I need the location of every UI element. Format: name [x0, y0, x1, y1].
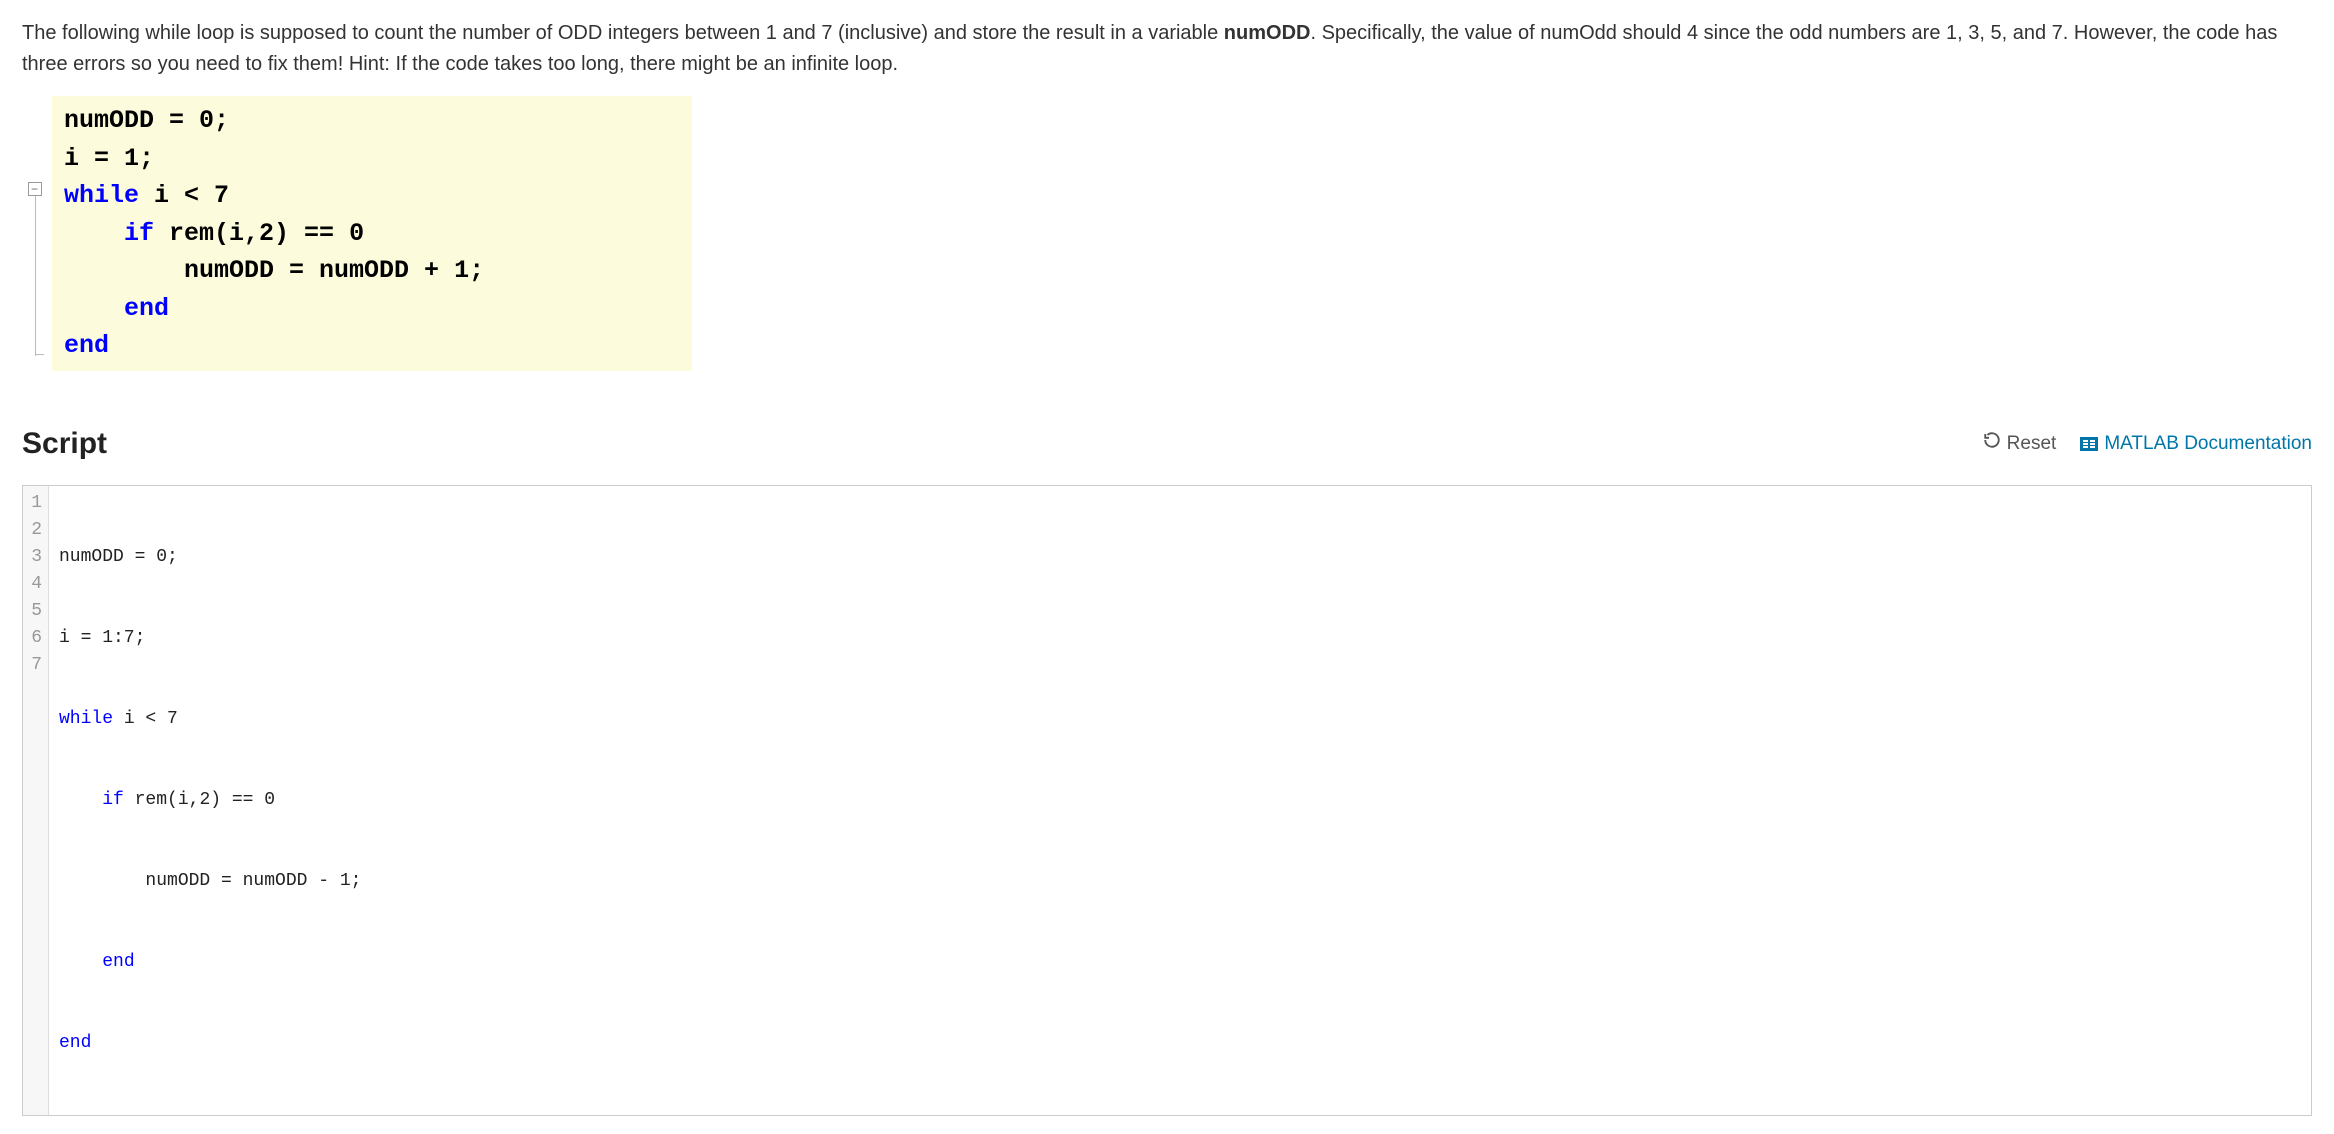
code-kw-while: while: [64, 181, 139, 210]
code-line-2: i = 1;: [64, 144, 154, 173]
documentation-icon: [2080, 437, 2098, 451]
code-line-1: numODD = 0;: [64, 106, 229, 135]
script-actions: Reset MATLAB Documentation: [1983, 429, 2312, 458]
line-number: 5: [27, 598, 42, 625]
code-line-4-rest: rem(i,2) == 0: [154, 219, 364, 248]
problem-description: The following while loop is supposed to …: [22, 18, 2312, 80]
code-kw-end-outer: end: [64, 331, 109, 360]
code-kw-if: if: [124, 219, 154, 248]
script-title: Script: [22, 421, 107, 468]
reset-icon: [1983, 429, 2001, 458]
editor-line-numbers: 1 2 3 4 5 6 7: [23, 486, 49, 1115]
reset-button[interactable]: Reset: [1983, 429, 2057, 458]
script-header: Script Reset MATLAB Documentation: [22, 421, 2312, 468]
editor-line-3[interactable]: while i < 7: [59, 706, 2301, 733]
reset-label: Reset: [2007, 429, 2057, 458]
code-indent-6: [64, 294, 124, 323]
code-fold-line: [35, 196, 36, 356]
code-kw-end-inner: end: [124, 294, 169, 323]
editor-code-area[interactable]: numODD = 0; i = 1:7; while i < 7 if rem(…: [49, 486, 2311, 1115]
code-fold-toggle[interactable]: [28, 182, 42, 196]
code-content: numODD = 0; i = 1; while i < 7 if rem(i,…: [52, 96, 692, 371]
editor-line-7[interactable]: end: [59, 1030, 2301, 1057]
line-number: 2: [27, 517, 42, 544]
code-line-3-rest: i < 7: [139, 181, 229, 210]
line-number: 3: [27, 544, 42, 571]
line-number: 4: [27, 571, 42, 598]
documentation-label: MATLAB Documentation: [2104, 429, 2312, 458]
line-number: 1: [27, 490, 42, 517]
intro-bold-var: numODD: [1224, 22, 1311, 44]
code-line-5: numODD = numODD + 1;: [64, 256, 484, 285]
editor-line-4[interactable]: if rem(i,2) == 0: [59, 787, 2301, 814]
editor-line-6[interactable]: end: [59, 949, 2301, 976]
intro-part1: The following while loop is supposed to …: [22, 22, 1224, 44]
editor-line-1[interactable]: numODD = 0;: [59, 544, 2301, 571]
line-number: 7: [27, 652, 42, 679]
reference-code-block: numODD = 0; i = 1; while i < 7 if rem(i,…: [52, 96, 2312, 371]
line-number: 6: [27, 625, 42, 652]
editor-line-2[interactable]: i = 1:7;: [59, 625, 2301, 652]
code-indent-4: [64, 219, 124, 248]
editor-line-5[interactable]: numODD = numODD - 1;: [59, 868, 2301, 895]
code-editor[interactable]: 1 2 3 4 5 6 7 numODD = 0; i = 1:7; while…: [22, 485, 2312, 1116]
documentation-link[interactable]: MATLAB Documentation: [2080, 429, 2312, 458]
